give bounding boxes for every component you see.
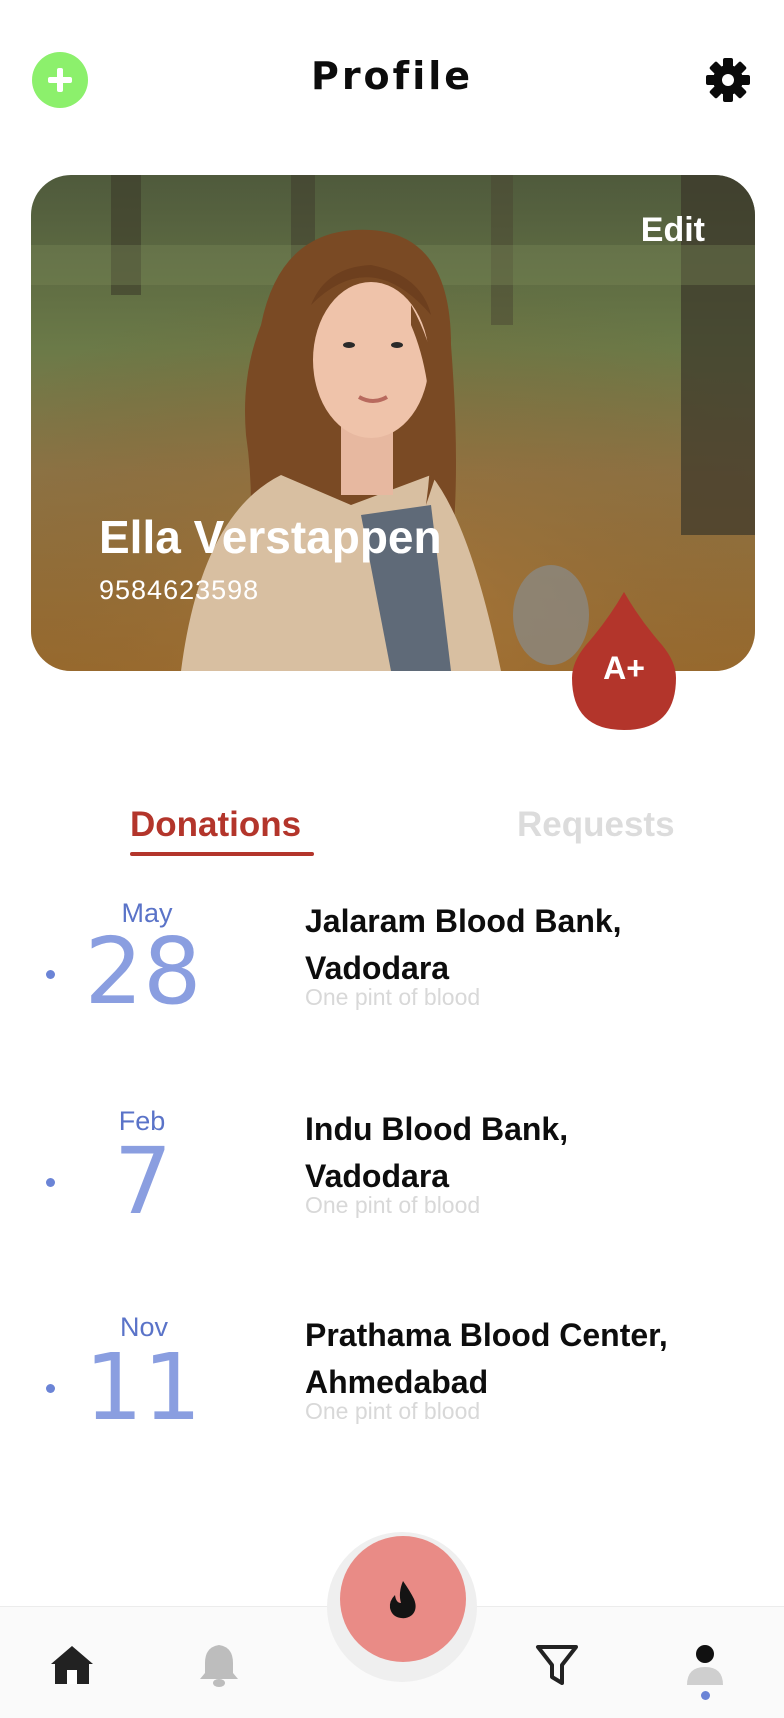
profile-name: Ella Verstappen [99, 511, 442, 563]
list-item[interactable]: Feb 7 Indu Blood Bank, Vadodara One pint… [0, 1106, 784, 1296]
nav-profile[interactable] [680, 1640, 730, 1690]
page-title: Profile [310, 54, 474, 98]
profile-phone: 9584623598 [99, 575, 260, 605]
donation-bank: Indu Blood Bank, Vadodara [305, 1106, 725, 1200]
list-item[interactable]: May 28 Jalaram Blood Bank, Vadodara One … [0, 898, 784, 1088]
donation-amount: One pint of blood [305, 1192, 481, 1218]
nav-home[interactable] [47, 1640, 97, 1690]
bell-icon [200, 1645, 238, 1687]
active-nav-indicator [701, 1691, 710, 1700]
donation-bank: Prathama Blood Center, Ahmedabad [305, 1312, 725, 1406]
nav-notifications[interactable] [194, 1640, 244, 1690]
flame-icon [389, 1581, 416, 1619]
user-icon [687, 1645, 723, 1685]
donation-day: 28 [84, 918, 202, 1025]
bank-name: Jalaram Blood Bank, [305, 903, 622, 939]
blood-group-label: A+ [603, 650, 645, 686]
edit-button[interactable]: Edit [641, 211, 705, 250]
active-tab-indicator [130, 852, 314, 856]
filter-icon [536, 1645, 578, 1685]
bank-name: Prathama Blood Center, [305, 1317, 668, 1353]
list-item[interactable]: Nov 11 Prathama Blood Center, Ahmedabad … [0, 1312, 784, 1502]
nav-filter[interactable] [532, 1640, 582, 1690]
donation-amount: One pint of blood [305, 984, 481, 1010]
donation-day: 7 [113, 1128, 173, 1235]
donate-fab-button[interactable] [340, 1536, 466, 1662]
settings-button[interactable] [700, 52, 756, 108]
tab-donations[interactable]: Donations [130, 805, 301, 845]
donation-amount: One pint of blood [305, 1398, 481, 1424]
gear-icon [706, 58, 750, 102]
donation-bank: Jalaram Blood Bank, Vadodara [305, 898, 725, 992]
tab-requests[interactable]: Requests [517, 805, 675, 845]
profile-screen: Profile Edit Ella Verstappen 9584623598 … [0, 0, 784, 1718]
home-icon [51, 1646, 93, 1684]
donation-day: 11 [84, 1334, 202, 1441]
bank-name: Indu Blood Bank, [305, 1111, 569, 1147]
